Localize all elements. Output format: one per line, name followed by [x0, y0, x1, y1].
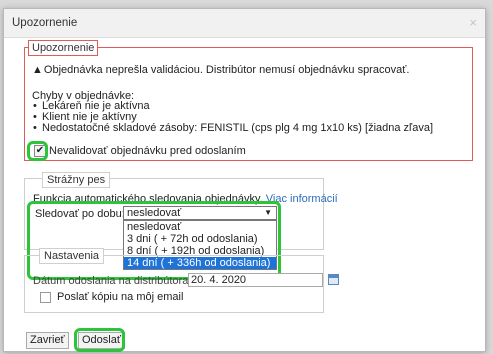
send-date-input[interactable]: 20. 4. 2020: [188, 273, 323, 287]
skip-validation-row[interactable]: ✔ Nevalidovať objednávku pred odoslaním: [34, 145, 246, 157]
watchdog-description: Funkcia automatického sledovania objedná…: [33, 193, 263, 205]
chevron-down-icon: ▼: [264, 208, 272, 217]
send-button[interactable]: Odoslať: [78, 332, 125, 349]
duration-option[interactable]: nesledovať: [124, 221, 276, 233]
skip-validation-checkbox[interactable]: ✔: [34, 145, 46, 157]
send-copy-label: Poslať kópiu na môj email: [57, 291, 184, 303]
warning-icon: ▲: [32, 64, 43, 76]
close-button[interactable]: Zavrieť: [26, 332, 69, 349]
skip-validation-label: Nevalidovať objednávku pred odoslaním: [49, 145, 246, 157]
send-copy-row[interactable]: Poslať kópiu na môj email: [40, 291, 183, 303]
dialog-titlebar: Upozornenie ×: [4, 9, 485, 38]
validation-message-text: Objednávka neprešla validáciou. Distribú…: [43, 64, 410, 76]
duration-option[interactable]: 3 dni ( + 72h od odoslania): [124, 233, 276, 245]
calendar-icon[interactable]: [328, 274, 339, 285]
error-item: Nedostatočné skladové zásoby: FENISTIL (…: [32, 123, 433, 135]
close-icon[interactable]: ×: [469, 15, 477, 30]
follow-duration-select[interactable]: nesledovať ▼: [123, 206, 277, 220]
error-list: Lekáreň nie je aktívna Klient nie je akt…: [32, 101, 433, 135]
validation-message: ▲Objednávka neprešla validáciou. Distrib…: [32, 64, 409, 76]
watchdog-legend: Strážny pes: [42, 172, 111, 188]
follow-duration-label: Sledovať po dobu:: [35, 208, 125, 220]
warning-legend: Upozornenie: [28, 40, 99, 56]
send-date-label: Dátum odoslania na distribútora: [33, 275, 189, 287]
dialog-title: Upozornenie: [12, 17, 78, 29]
more-info-link[interactable]: Viac informácií: [266, 193, 338, 205]
watchdog-description-row: Funkcia automatického sledovania objedná…: [33, 193, 338, 205]
settings-legend: Nastavenia: [39, 248, 105, 264]
follow-duration-value: nesledovať: [127, 207, 182, 219]
send-copy-checkbox[interactable]: [40, 291, 51, 303]
